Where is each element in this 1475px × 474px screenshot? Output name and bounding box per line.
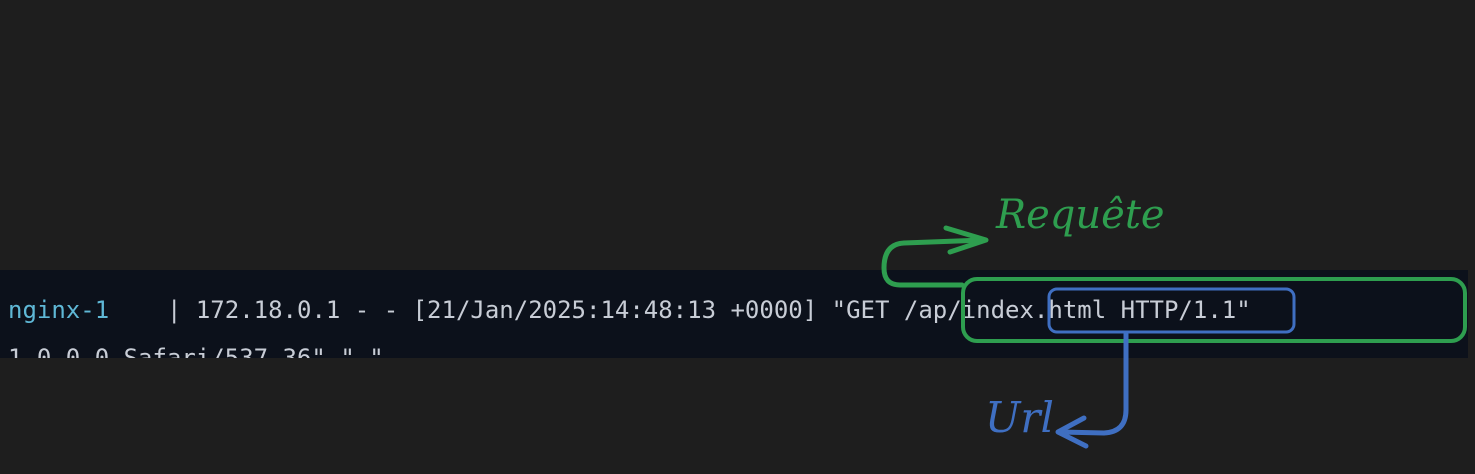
log-separator: |: [109, 296, 196, 324]
url-label: Url: [985, 393, 1054, 442]
request-label: Requête: [995, 192, 1165, 238]
log-entry-prefix: 172.18.0.1 - - [21/Jan/2025:14:48:13 +00…: [195, 296, 832, 324]
request-protocol: HTTP/1.1": [1106, 296, 1251, 324]
service-name: nginx-1: [8, 296, 110, 324]
log-line: nginx-1 | 172.18.0.1 - - [21/Jan/2025:14…: [8, 296, 1251, 324]
request-method: "GET: [831, 296, 904, 324]
terminal-output: nginx-1 | 172.18.0.1 - - [21/Jan/2025:14…: [0, 270, 1468, 358]
log-line-partial: 1.0.0.0 Safari/537.36" "-": [8, 344, 384, 358]
request-url: /ap/index.html: [903, 296, 1107, 324]
annotation-overlay: Requête Url: [881, 192, 1467, 449]
request-arrow-head: [943, 225, 989, 255]
url-arrow-head: [1055, 415, 1089, 449]
